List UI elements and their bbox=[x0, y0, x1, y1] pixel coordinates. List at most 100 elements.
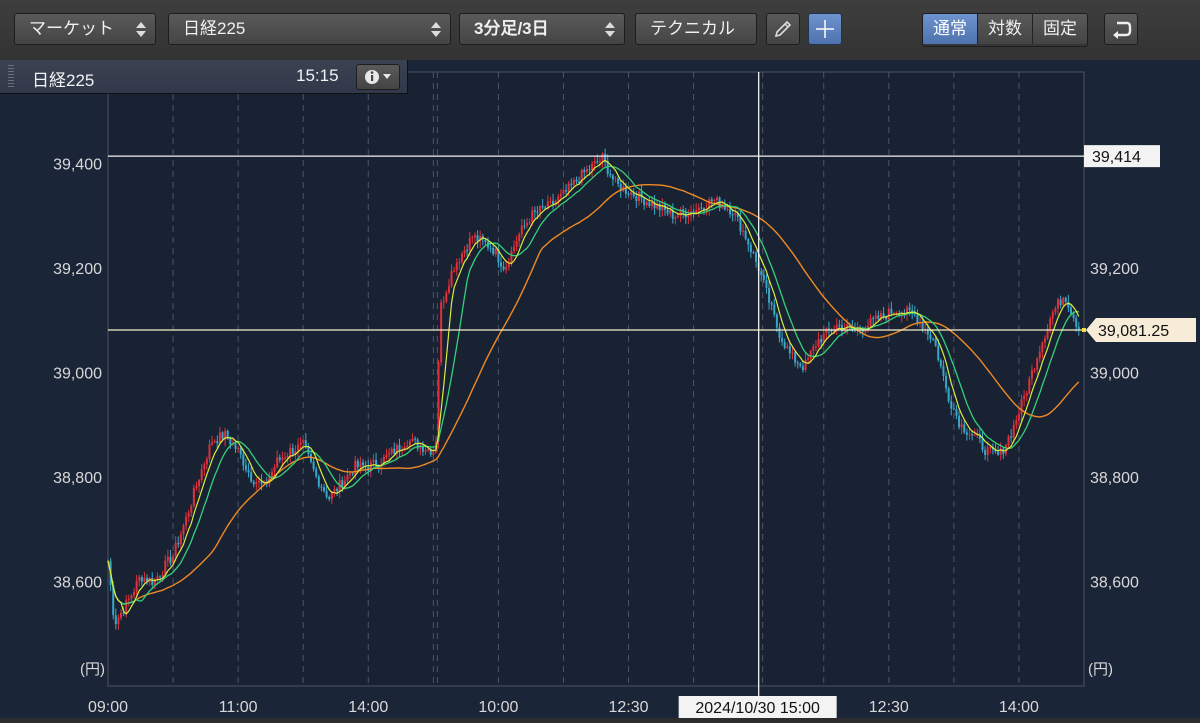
candle-up bbox=[567, 183, 570, 192]
candle-down bbox=[414, 438, 417, 440]
candle-up bbox=[408, 441, 411, 446]
candle-up bbox=[200, 469, 203, 481]
candle-up bbox=[1036, 358, 1039, 370]
candle-up bbox=[822, 333, 825, 343]
candle-down bbox=[588, 169, 591, 171]
candle-up bbox=[1030, 370, 1033, 379]
candle-down bbox=[952, 408, 955, 410]
candle-up bbox=[874, 315, 877, 319]
y-tick-label-left: 39,000 bbox=[53, 365, 102, 382]
candle-down bbox=[252, 481, 255, 485]
candle-up bbox=[185, 516, 188, 526]
info-symbol: 日経225 bbox=[32, 71, 95, 90]
candle-up bbox=[812, 346, 815, 351]
crosshair-button[interactable] bbox=[808, 13, 842, 45]
candle-up bbox=[135, 580, 138, 592]
candle-up bbox=[182, 525, 185, 535]
candle-down bbox=[747, 239, 750, 245]
candle-up bbox=[1054, 308, 1057, 313]
candle-up bbox=[406, 445, 409, 448]
x-tick-label: 09:00 bbox=[88, 699, 128, 716]
info-button[interactable] bbox=[356, 64, 400, 90]
candle-down bbox=[838, 324, 841, 326]
candle-down bbox=[221, 432, 224, 440]
candle-down bbox=[921, 322, 924, 330]
crosshair-time-label: 2024/10/30 15:00 bbox=[695, 700, 820, 717]
candle-up bbox=[276, 457, 279, 468]
candle-down bbox=[768, 287, 771, 303]
candle-down bbox=[729, 208, 732, 215]
candle-up bbox=[1043, 338, 1046, 343]
symbol-select[interactable]: 日経225 bbox=[168, 13, 451, 45]
x-tick-label: 12:30 bbox=[869, 699, 909, 716]
candle-up bbox=[513, 246, 516, 252]
candle-down bbox=[788, 346, 791, 354]
candle-up bbox=[593, 161, 596, 164]
candle-up bbox=[203, 464, 206, 470]
candle-down bbox=[770, 302, 773, 305]
candle-up bbox=[283, 457, 286, 459]
candle-down bbox=[323, 487, 326, 492]
candle-up bbox=[138, 577, 141, 581]
candle-down bbox=[773, 304, 776, 315]
candlestick-chart[interactable]: 39,400 39,200 39,000 38,800 38,600 39,200 39,0… bbox=[0, 60, 1200, 718]
candle-up bbox=[460, 253, 463, 263]
plot-frame bbox=[107, 71, 1085, 687]
scale-mode-group: 通常 対数 固定 bbox=[922, 13, 1088, 47]
candle-up bbox=[585, 169, 588, 173]
candle-down bbox=[484, 239, 487, 242]
technical-button[interactable]: テクニカル bbox=[635, 13, 757, 45]
toolbar: マーケット 日経225 3分足/3日 テクニカル 通常 対数 固定 bbox=[0, 0, 1200, 61]
candle-down bbox=[934, 339, 937, 346]
candle-up bbox=[237, 447, 240, 449]
candle-down bbox=[502, 266, 505, 270]
candle-down bbox=[1064, 297, 1067, 303]
drag-handle[interactable] bbox=[8, 65, 14, 89]
market-select[interactable]: マーケット bbox=[14, 13, 156, 45]
y-tick-label-right: 39,000 bbox=[1090, 365, 1139, 382]
candle-up bbox=[825, 328, 828, 334]
candle-down bbox=[760, 271, 763, 275]
info-icon bbox=[365, 70, 391, 84]
candle-up bbox=[645, 202, 648, 206]
info-time: 15:15 bbox=[296, 66, 339, 85]
candle-up bbox=[973, 434, 976, 436]
candle-up bbox=[687, 215, 690, 218]
candle-down bbox=[336, 488, 339, 492]
candle-up bbox=[133, 591, 136, 596]
candle-down bbox=[489, 247, 492, 249]
x-tick-label: 11:00 bbox=[219, 699, 258, 716]
candle-down bbox=[1059, 299, 1062, 306]
candle-down bbox=[890, 308, 893, 314]
undo-button[interactable] bbox=[1104, 13, 1138, 45]
scale-mode-fixed[interactable]: 固定 bbox=[1032, 14, 1087, 44]
candle-down bbox=[500, 262, 503, 267]
chart-area[interactable]: 39,400 39,200 39,000 38,800 38,600 39,200 39,0… bbox=[0, 60, 1200, 718]
candle-up bbox=[1012, 424, 1015, 438]
candle-up bbox=[1028, 378, 1031, 394]
candle-up bbox=[559, 193, 562, 197]
period-select[interactable]: 3分足/3日 bbox=[459, 13, 625, 45]
candle-up bbox=[427, 448, 430, 451]
scale-mode-log[interactable]: 対数 bbox=[977, 14, 1032, 44]
candle-down bbox=[242, 454, 245, 466]
candle-down bbox=[929, 334, 932, 339]
candle-down bbox=[778, 327, 781, 339]
candle-down bbox=[523, 225, 526, 227]
candle-up bbox=[388, 453, 391, 455]
candle-down bbox=[315, 469, 318, 477]
y-tick-label-left: 38,600 bbox=[53, 574, 102, 591]
candle-up bbox=[786, 346, 789, 348]
candle-up bbox=[716, 197, 719, 201]
candle-up bbox=[1038, 352, 1041, 359]
scale-mode-normal[interactable]: 通常 bbox=[923, 14, 977, 44]
candle-up bbox=[255, 482, 258, 485]
candle-up bbox=[471, 237, 474, 239]
candle-up bbox=[166, 556, 169, 561]
candle-up bbox=[726, 208, 729, 210]
candle-up bbox=[572, 179, 575, 185]
candle-down bbox=[140, 577, 143, 582]
candle-down bbox=[765, 280, 768, 288]
candle-up bbox=[591, 163, 594, 170]
pen-button[interactable] bbox=[766, 13, 800, 45]
